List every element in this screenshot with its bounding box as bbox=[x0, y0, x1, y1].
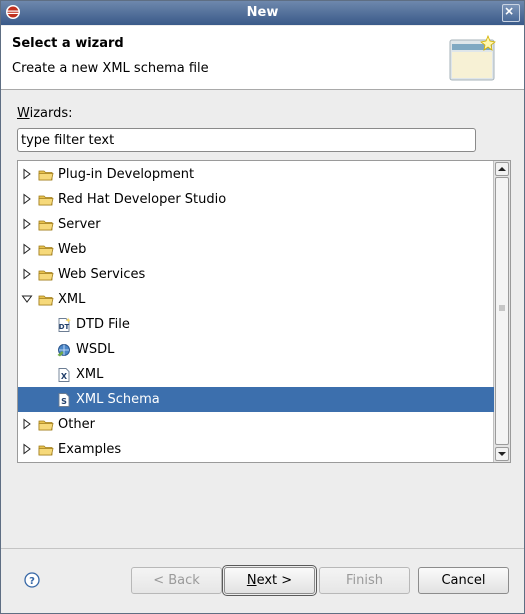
tree-row[interactable]: Plug-in Development bbox=[18, 162, 494, 187]
tree-row-label: Other bbox=[58, 417, 95, 432]
page-title: Select a wizard bbox=[12, 36, 124, 51]
folder-icon bbox=[38, 295, 54, 306]
tree-row-label: Examples bbox=[58, 442, 122, 457]
tree-row[interactable]: Examples bbox=[18, 437, 494, 462]
svg-text:DT: DT bbox=[59, 323, 70, 331]
tree-scrollbar[interactable] bbox=[493, 161, 510, 462]
svg-text:?: ? bbox=[29, 576, 35, 587]
tree-row-label: XML bbox=[76, 367, 104, 382]
wizard-tree[interactable]: Plug-in Development Red Hat Developer Stu… bbox=[17, 160, 511, 463]
wsdl-icon bbox=[57, 344, 70, 357]
back-button[interactable]: < Back bbox=[131, 567, 222, 594]
scroll-thumb[interactable] bbox=[495, 177, 509, 445]
filter-input[interactable] bbox=[17, 128, 476, 152]
new-wizard-dialog: New Select a wizard Create a new XML sch… bbox=[0, 0, 525, 614]
tree-row[interactable]: Other bbox=[18, 412, 494, 437]
eclipse-app-icon bbox=[6, 5, 20, 19]
folder-icon bbox=[38, 245, 54, 256]
next-button[interactable]: Next > bbox=[222, 565, 317, 596]
tree-row[interactable]: Server bbox=[18, 212, 494, 237]
tree-row[interactable]: X XML bbox=[18, 362, 494, 387]
collapsed-arrow-icon[interactable] bbox=[21, 218, 33, 230]
folder-icon bbox=[38, 195, 54, 206]
page-description: Create a new XML schema file bbox=[12, 61, 209, 76]
tree-row-label: Server bbox=[58, 217, 101, 232]
close-icon bbox=[505, 7, 513, 15]
scroll-up-button[interactable] bbox=[495, 162, 509, 176]
collapsed-arrow-icon[interactable] bbox=[21, 268, 33, 280]
cancel-button[interactable]: Cancel bbox=[418, 567, 509, 594]
collapsed-arrow-icon[interactable] bbox=[21, 418, 33, 430]
tree-row[interactable]: S XML Schema bbox=[18, 387, 494, 412]
collapsed-arrow-icon[interactable] bbox=[21, 168, 33, 180]
footer-separator bbox=[1, 548, 524, 549]
grip-icon bbox=[499, 305, 505, 311]
xml-file-icon: X bbox=[58, 368, 70, 382]
tree-row[interactable]: WSDL bbox=[18, 337, 494, 362]
tree-row[interactable]: XML bbox=[18, 287, 494, 312]
folder-icon bbox=[38, 220, 54, 231]
tree-row-label: XML bbox=[58, 292, 86, 307]
tree-row[interactable]: Red Hat Developer Studio bbox=[18, 187, 494, 212]
xml-schema-icon: S bbox=[58, 393, 70, 407]
folder-icon bbox=[38, 170, 54, 181]
arrow-up-icon bbox=[498, 167, 506, 171]
folder-icon bbox=[38, 445, 54, 456]
collapsed-arrow-icon[interactable] bbox=[21, 443, 33, 455]
tree-row-label: Web Services bbox=[58, 267, 146, 282]
window-title: New bbox=[246, 5, 279, 20]
title-bar[interactable]: New bbox=[1, 1, 524, 25]
wizard-header: Select a wizard Create a new XML schema … bbox=[1, 26, 524, 90]
folder-icon bbox=[38, 270, 54, 281]
tree-row-label: Red Hat Developer Studio bbox=[58, 192, 227, 207]
tree-row-label: Web bbox=[58, 242, 87, 257]
tree-row[interactable]: Web bbox=[18, 237, 494, 262]
finish-button[interactable]: Finish bbox=[319, 567, 410, 594]
svg-text:S: S bbox=[61, 397, 67, 406]
help-icon[interactable]: ? bbox=[24, 572, 40, 588]
wizards-label: Wizards: bbox=[17, 106, 73, 121]
collapsed-arrow-icon[interactable] bbox=[21, 243, 33, 255]
scroll-down-button[interactable] bbox=[495, 447, 509, 461]
tree-row-label: DTD File bbox=[76, 317, 130, 332]
tree-row-label: XML Schema bbox=[76, 392, 160, 407]
tree-row-label: WSDL bbox=[76, 342, 115, 357]
arrow-down-icon bbox=[498, 452, 506, 456]
folder-icon bbox=[38, 420, 54, 431]
tree-row[interactable]: DT DTD File bbox=[18, 312, 494, 337]
collapsed-arrow-icon[interactable] bbox=[21, 193, 33, 205]
tree-row[interactable]: Web Services bbox=[18, 262, 494, 287]
svg-text:X: X bbox=[61, 372, 68, 381]
new-wizard-banner-icon bbox=[449, 34, 496, 81]
tree-row-label: Plug-in Development bbox=[58, 167, 195, 182]
dtd-file-icon: DT bbox=[58, 317, 71, 332]
expanded-arrow-icon[interactable] bbox=[21, 293, 33, 305]
close-window-button[interactable] bbox=[502, 4, 520, 22]
